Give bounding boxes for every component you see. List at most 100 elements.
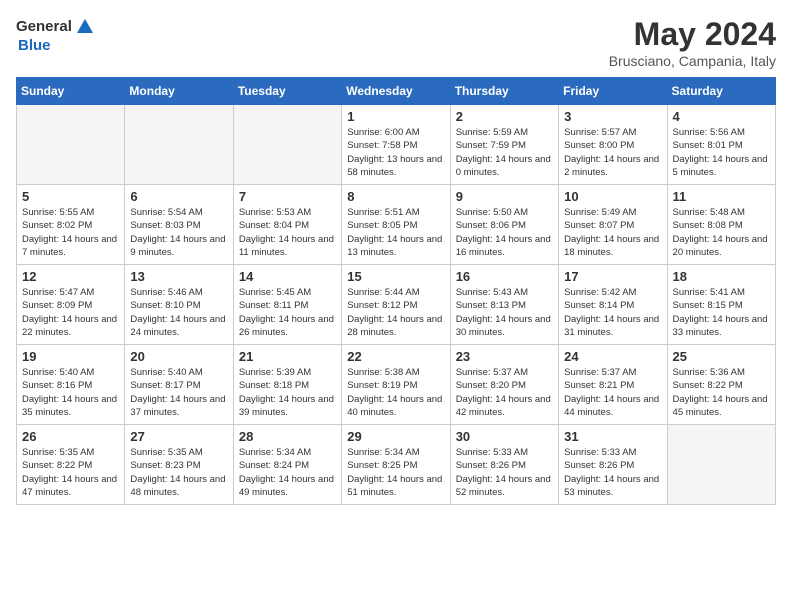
calendar-cell: 24 Sunrise: 5:37 AMSunset: 8:21 PMDayligh… bbox=[559, 345, 667, 425]
day-info: Sunrise: 5:54 AMSunset: 8:03 PMDaylight:… bbox=[130, 206, 227, 259]
day-number: 27 bbox=[130, 429, 227, 444]
calendar-cell: 8 Sunrise: 5:51 AMSunset: 8:05 PMDaylight… bbox=[342, 185, 450, 265]
day-info: Sunrise: 5:33 AMSunset: 8:26 PMDaylight:… bbox=[456, 446, 553, 499]
calendar-cell: 5Sunrise: 5:55 AMSunset: 8:02 PMDaylight… bbox=[17, 185, 125, 265]
calendar-cell: 3 Sunrise: 5:57 AMSunset: 8:00 PMDaylight… bbox=[559, 105, 667, 185]
day-header-thursday: Thursday bbox=[450, 78, 558, 105]
day-info: Sunrise: 5:53 AMSunset: 8:04 PMDaylight:… bbox=[239, 206, 336, 259]
calendar-body: 1 Sunrise: 6:00 AMSunset: 7:58 PMDaylight… bbox=[17, 105, 776, 505]
calendar-cell: 14 Sunrise: 5:45 AMSunset: 8:11 PMDayligh… bbox=[233, 265, 341, 345]
day-number: 18 bbox=[673, 269, 770, 284]
calendar-cell bbox=[17, 105, 125, 185]
day-info: Sunrise: 5:44 AMSunset: 8:12 PMDaylight:… bbox=[347, 286, 444, 339]
calendar-cell: 11 Sunrise: 5:48 AMSunset: 8:08 PMDayligh… bbox=[667, 185, 775, 265]
calendar-cell: 27 Sunrise: 5:35 AMSunset: 8:23 PMDayligh… bbox=[125, 425, 233, 505]
calendar-cell: 18 Sunrise: 5:41 AMSunset: 8:15 PMDayligh… bbox=[667, 265, 775, 345]
day-number: 15 bbox=[347, 269, 444, 284]
day-info: Sunrise: 5:49 AMSunset: 8:07 PMDaylight:… bbox=[564, 206, 661, 259]
calendar-cell: 22 Sunrise: 5:38 AMSunset: 8:19 PMDayligh… bbox=[342, 345, 450, 425]
day-info: Sunrise: 5:38 AMSunset: 8:19 PMDaylight:… bbox=[347, 366, 444, 419]
day-info: Sunrise: 5:50 AMSunset: 8:06 PMDaylight:… bbox=[456, 206, 553, 259]
day-number: 5 bbox=[22, 189, 119, 204]
calendar-cell: 12 Sunrise: 5:47 AMSunset: 8:09 PMDayligh… bbox=[17, 265, 125, 345]
day-number: 7 bbox=[239, 189, 336, 204]
day-number: 25 bbox=[673, 349, 770, 364]
calendar-cell: 23 Sunrise: 5:37 AMSunset: 8:20 PMDayligh… bbox=[450, 345, 558, 425]
week-row-4: 19 Sunrise: 5:40 AMSunset: 8:16 PMDayligh… bbox=[17, 345, 776, 425]
day-number: 13 bbox=[130, 269, 227, 284]
day-info: Sunrise: 5:59 AMSunset: 7:59 PMDaylight:… bbox=[456, 126, 553, 179]
day-number: 14 bbox=[239, 269, 336, 284]
calendar-table: SundayMondayTuesdayWednesdayThursdayFrid… bbox=[16, 77, 776, 505]
calendar-cell: 1 Sunrise: 6:00 AMSunset: 7:58 PMDaylight… bbox=[342, 105, 450, 185]
calendar-cell: 13 Sunrise: 5:46 AMSunset: 8:10 PMDayligh… bbox=[125, 265, 233, 345]
day-info: Sunrise: 5:36 AMSunset: 8:22 PMDaylight:… bbox=[673, 366, 770, 419]
day-info: Sunrise: 5:37 AMSunset: 8:20 PMDaylight:… bbox=[456, 366, 553, 419]
day-info: Sunrise: 5:45 AMSunset: 8:11 PMDaylight:… bbox=[239, 286, 336, 339]
calendar-cell: 31 Sunrise: 5:33 AMSunset: 8:26 PMDayligh… bbox=[559, 425, 667, 505]
day-number: 23 bbox=[456, 349, 553, 364]
calendar-cell: 30Sunrise: 5:33 AMSunset: 8:26 PMDayligh… bbox=[450, 425, 558, 505]
page-header: General Blue May 2024 Brusciano, Campani… bbox=[16, 16, 776, 69]
day-info: Sunrise: 5:51 AMSunset: 8:05 PMDaylight:… bbox=[347, 206, 444, 259]
day-info: Sunrise: 5:34 AMSunset: 8:24 PMDaylight:… bbox=[239, 446, 336, 499]
day-number: 3 bbox=[564, 109, 661, 124]
day-info: Sunrise: 5:47 AMSunset: 8:09 PMDaylight:… bbox=[22, 286, 119, 339]
week-row-5: 26Sunrise: 5:35 AMSunset: 8:22 PMDayligh… bbox=[17, 425, 776, 505]
day-number: 8 bbox=[347, 189, 444, 204]
calendar-cell: 28 Sunrise: 5:34 AMSunset: 8:24 PMDayligh… bbox=[233, 425, 341, 505]
day-header-friday: Friday bbox=[559, 78, 667, 105]
day-info: Sunrise: 5:43 AMSunset: 8:13 PMDaylight:… bbox=[456, 286, 553, 339]
day-info: Sunrise: 5:35 AMSunset: 8:22 PMDaylight:… bbox=[22, 446, 119, 499]
title-block: May 2024 Brusciano, Campania, Italy bbox=[609, 16, 776, 69]
day-number: 4 bbox=[673, 109, 770, 124]
day-info: Sunrise: 5:46 AMSunset: 8:10 PMDaylight:… bbox=[130, 286, 227, 339]
logo-icon bbox=[74, 16, 96, 38]
calendar-cell: 6 Sunrise: 5:54 AMSunset: 8:03 PMDaylight… bbox=[125, 185, 233, 265]
month-title: May 2024 bbox=[609, 16, 776, 53]
calendar-cell bbox=[667, 425, 775, 505]
day-info: Sunrise: 5:37 AMSunset: 8:21 PMDaylight:… bbox=[564, 366, 661, 419]
calendar-cell: 7 Sunrise: 5:53 AMSunset: 8:04 PMDaylight… bbox=[233, 185, 341, 265]
calendar-cell: 26Sunrise: 5:35 AMSunset: 8:22 PMDayligh… bbox=[17, 425, 125, 505]
calendar-cell: 10Sunrise: 5:49 AMSunset: 8:07 PMDayligh… bbox=[559, 185, 667, 265]
week-row-2: 5Sunrise: 5:55 AMSunset: 8:02 PMDaylight… bbox=[17, 185, 776, 265]
day-info: Sunrise: 5:56 AMSunset: 8:01 PMDaylight:… bbox=[673, 126, 770, 179]
calendar-cell: 15 Sunrise: 5:44 AMSunset: 8:12 PMDayligh… bbox=[342, 265, 450, 345]
day-header-wednesday: Wednesday bbox=[342, 78, 450, 105]
day-number: 16 bbox=[456, 269, 553, 284]
calendar-header-row: SundayMondayTuesdayWednesdayThursdayFrid… bbox=[17, 78, 776, 105]
day-number: 31 bbox=[564, 429, 661, 444]
day-header-sunday: Sunday bbox=[17, 78, 125, 105]
day-number: 21 bbox=[239, 349, 336, 364]
day-number: 22 bbox=[347, 349, 444, 364]
week-row-3: 12 Sunrise: 5:47 AMSunset: 8:09 PMDayligh… bbox=[17, 265, 776, 345]
calendar-cell: 20 Sunrise: 5:40 AMSunset: 8:17 PMDayligh… bbox=[125, 345, 233, 425]
day-number: 6 bbox=[130, 189, 227, 204]
day-number: 24 bbox=[564, 349, 661, 364]
day-info: Sunrise: 5:39 AMSunset: 8:18 PMDaylight:… bbox=[239, 366, 336, 419]
day-number: 11 bbox=[673, 189, 770, 204]
day-info: Sunrise: 5:40 AMSunset: 8:17 PMDaylight:… bbox=[130, 366, 227, 419]
calendar-cell: 17Sunrise: 5:42 AMSunset: 8:14 PMDayligh… bbox=[559, 265, 667, 345]
day-info: Sunrise: 5:35 AMSunset: 8:23 PMDaylight:… bbox=[130, 446, 227, 499]
calendar-cell bbox=[233, 105, 341, 185]
day-number: 2 bbox=[456, 109, 553, 124]
day-number: 17 bbox=[564, 269, 661, 284]
day-info: Sunrise: 5:33 AMSunset: 8:26 PMDaylight:… bbox=[564, 446, 661, 499]
day-info: Sunrise: 5:48 AMSunset: 8:08 PMDaylight:… bbox=[673, 206, 770, 259]
day-info: Sunrise: 6:00 AMSunset: 7:58 PMDaylight:… bbox=[347, 126, 444, 179]
calendar-cell: 16 Sunrise: 5:43 AMSunset: 8:13 PMDayligh… bbox=[450, 265, 558, 345]
logo: General Blue bbox=[16, 16, 96, 55]
day-number: 12 bbox=[22, 269, 119, 284]
day-number: 1 bbox=[347, 109, 444, 124]
day-header-saturday: Saturday bbox=[667, 78, 775, 105]
day-number: 28 bbox=[239, 429, 336, 444]
day-info: Sunrise: 5:40 AMSunset: 8:16 PMDaylight:… bbox=[22, 366, 119, 419]
calendar-cell: 19 Sunrise: 5:40 AMSunset: 8:16 PMDayligh… bbox=[17, 345, 125, 425]
day-number: 19 bbox=[22, 349, 119, 364]
logo-blue: Blue bbox=[18, 38, 51, 55]
day-number: 20 bbox=[130, 349, 227, 364]
day-info: Sunrise: 5:57 AMSunset: 8:00 PMDaylight:… bbox=[564, 126, 661, 179]
day-info: Sunrise: 5:41 AMSunset: 8:15 PMDaylight:… bbox=[673, 286, 770, 339]
